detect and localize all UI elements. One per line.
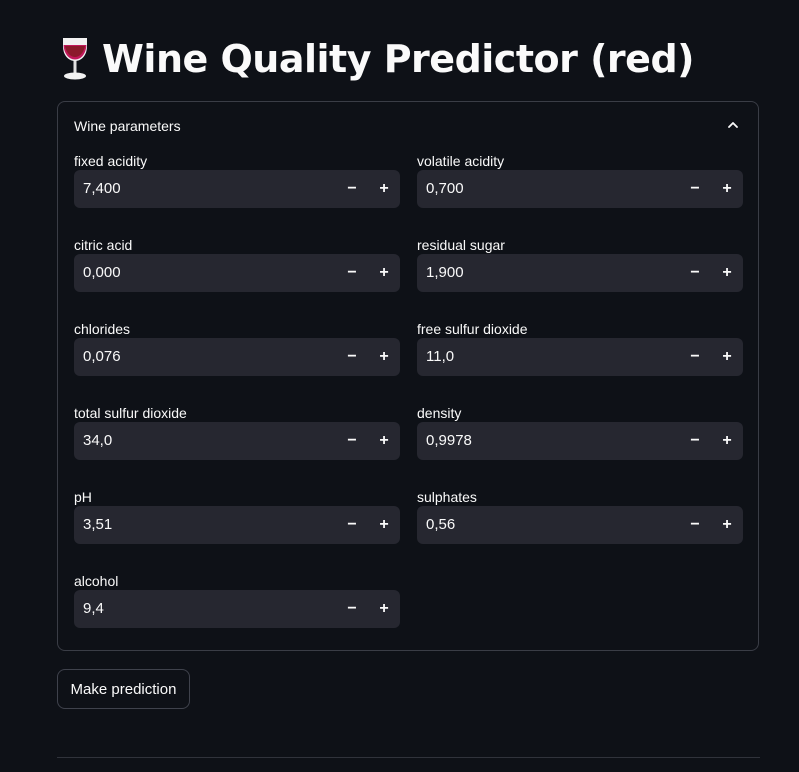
field-label: pH (74, 489, 92, 505)
number-input-value[interactable]: 1,900 (426, 264, 464, 281)
decrement-button[interactable]: − (336, 422, 368, 460)
field-volatile-acidity: volatile acidity 0,700 − + (417, 153, 743, 225)
number-input[interactable]: 0,000 − + (74, 254, 400, 292)
make-prediction-button[interactable]: Make prediction (57, 669, 190, 709)
field-fixed-acidity: fixed acidity 7,400 − + (74, 153, 400, 225)
field-alcohol: alcohol 9,4 − + (74, 573, 400, 645)
increment-button[interactable]: + (711, 254, 743, 292)
field-citric-acid: citric acid 0,000 − + (74, 237, 400, 309)
number-input-value[interactable]: 0,56 (426, 516, 455, 533)
number-input-value[interactable]: 0,000 (83, 264, 121, 281)
field-label: sulphates (417, 489, 477, 505)
field-density: density 0,9978 − + (417, 405, 743, 477)
number-input-value[interactable]: 11,0 (426, 348, 454, 365)
decrement-button[interactable]: − (336, 338, 368, 376)
number-input-value[interactable]: 0,9978 (426, 432, 472, 449)
divider (57, 757, 760, 758)
field-label: density (417, 405, 462, 421)
increment-button[interactable]: + (711, 422, 743, 460)
field-chlorides: chlorides 0,076 − + (74, 321, 400, 393)
decrement-button[interactable]: − (336, 254, 368, 292)
decrement-button[interactable]: − (679, 422, 711, 460)
number-input-value[interactable]: 7,400 (83, 180, 121, 197)
increment-button[interactable]: + (368, 422, 400, 460)
expander-header[interactable]: Wine parameters (58, 102, 758, 150)
expander-title: Wine parameters (74, 118, 181, 134)
decrement-button[interactable]: − (679, 506, 711, 544)
chevron-up-icon[interactable] (726, 118, 740, 132)
number-input[interactable]: 7,400 − + (74, 170, 400, 208)
field-label: chlorides (74, 321, 131, 337)
field-label: alcohol (74, 573, 119, 589)
number-input-value[interactable]: 34,0 (83, 432, 112, 449)
page-header: Wine Quality Predictor (red) (58, 32, 695, 86)
number-input[interactable]: 34,0 − + (74, 422, 400, 460)
number-input[interactable]: 0,700 − + (417, 170, 743, 208)
number-input[interactable]: 3,51 − + (74, 506, 400, 544)
number-input-value[interactable]: 9,4 (83, 600, 104, 617)
field-free-sulfur-dioxide: free sulfur dioxide 11,0 − + (417, 321, 743, 393)
field-label: free sulfur dioxide (417, 321, 528, 337)
number-input[interactable]: 11,0 − + (417, 338, 743, 376)
increment-button[interactable]: + (711, 506, 743, 544)
decrement-button[interactable]: − (336, 590, 368, 628)
field-label: citric acid (74, 237, 133, 253)
number-input[interactable]: 0,9978 − + (417, 422, 743, 460)
field-total-sulfur-dioxide: total sulfur dioxide 34,0 − + (74, 405, 400, 477)
number-input-value[interactable]: 0,076 (83, 348, 121, 365)
wine-parameters-expander: Wine parameters fixed acidity 7,400 − + … (57, 101, 759, 651)
decrement-button[interactable]: − (679, 170, 711, 208)
increment-button[interactable]: + (711, 338, 743, 376)
decrement-button[interactable]: − (679, 254, 711, 292)
increment-button[interactable]: + (368, 254, 400, 292)
field-ph: pH 3,51 − + (74, 489, 400, 561)
field-label: residual sugar (417, 237, 505, 253)
number-input[interactable]: 0,56 − + (417, 506, 743, 544)
number-input-value[interactable]: 3,51 (83, 516, 112, 533)
decrement-button[interactable]: − (679, 338, 711, 376)
increment-button[interactable]: + (368, 170, 400, 208)
number-input-value[interactable]: 0,700 (426, 180, 464, 197)
increment-button[interactable]: + (711, 170, 743, 208)
decrement-button[interactable]: − (336, 506, 368, 544)
field-label: volatile acidity (417, 153, 505, 169)
number-input[interactable]: 1,900 − + (417, 254, 743, 292)
field-label: total sulfur dioxide (74, 405, 187, 421)
number-input[interactable]: 0,076 − + (74, 338, 400, 376)
field-residual-sugar: residual sugar 1,900 − + (417, 237, 743, 309)
decrement-button[interactable]: − (336, 170, 368, 208)
wine-glass-icon (58, 36, 92, 82)
increment-button[interactable]: + (368, 338, 400, 376)
page-title: Wine Quality Predictor (red) (102, 37, 695, 81)
field-label: fixed acidity (74, 153, 148, 169)
increment-button[interactable]: + (368, 590, 400, 628)
app-page: Wine Quality Predictor (red) Wine parame… (0, 0, 799, 772)
number-input[interactable]: 9,4 − + (74, 590, 400, 628)
field-sulphates: sulphates 0,56 − + (417, 489, 743, 561)
increment-button[interactable]: + (368, 506, 400, 544)
